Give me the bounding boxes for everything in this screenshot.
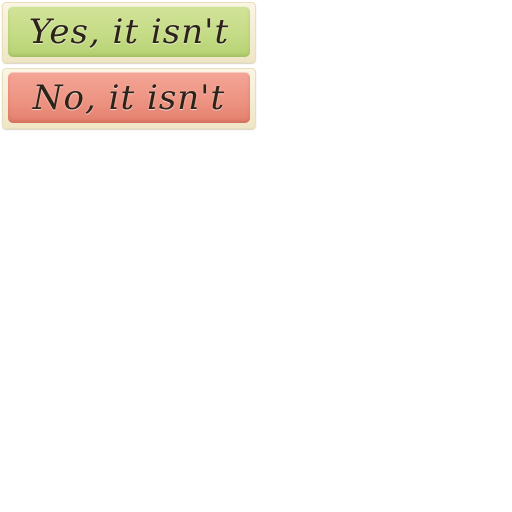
no-answer-button[interactable]: No, it isn't	[2, 68, 256, 129]
yes-answer-button[interactable]: Yes, it isn't	[2, 2, 256, 63]
yes-answer-label: Yes, it isn't	[28, 11, 230, 52]
yes-answer-face: Yes, it isn't	[8, 6, 250, 57]
no-answer-label: No, it isn't	[32, 77, 226, 118]
no-answer-face: No, it isn't	[8, 72, 250, 123]
